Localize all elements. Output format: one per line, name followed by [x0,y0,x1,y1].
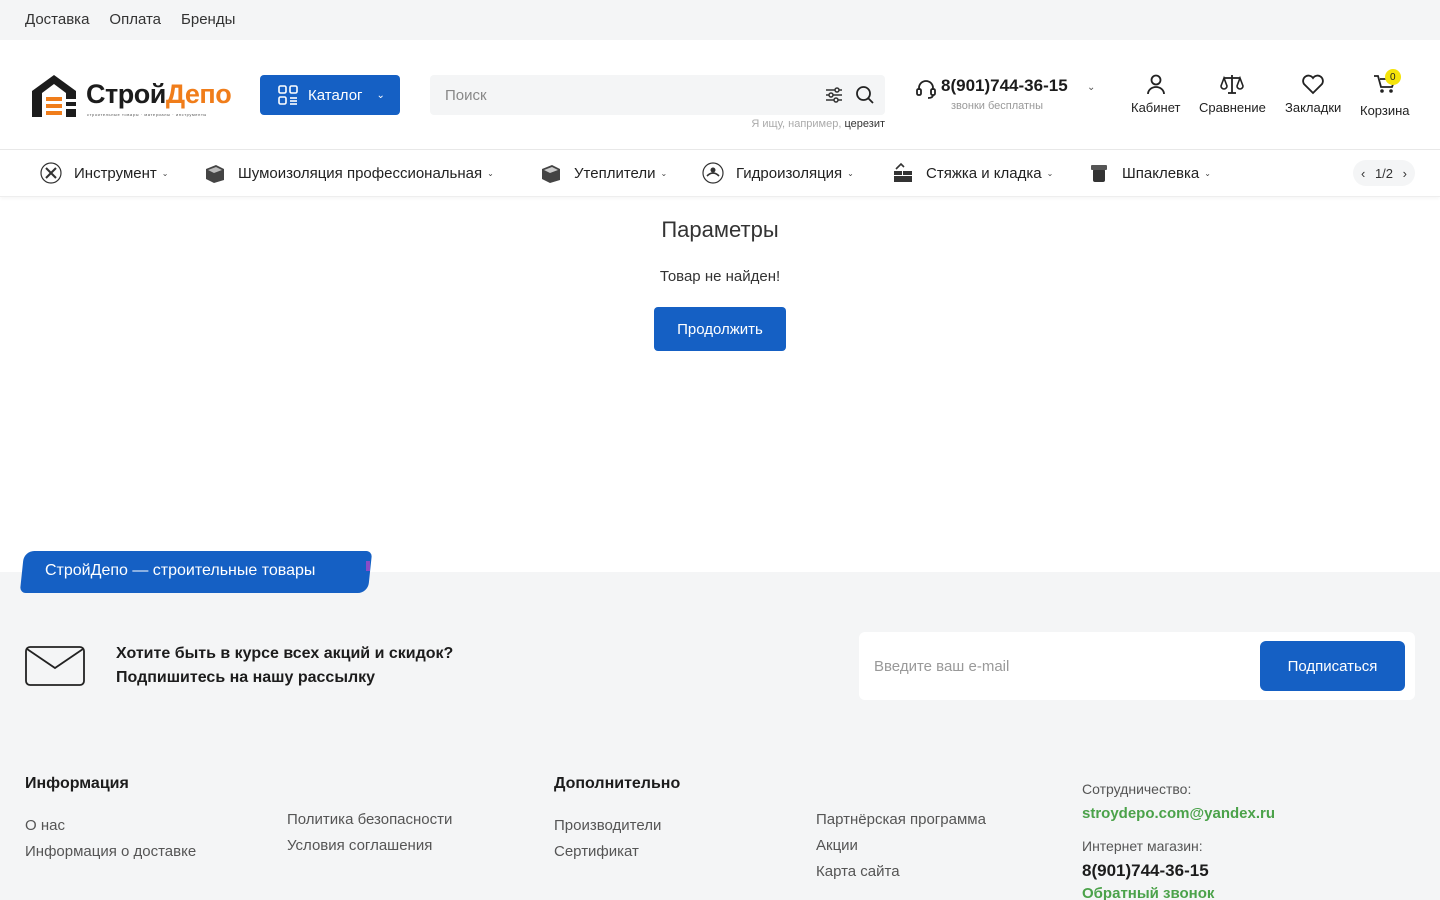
footer-info-links: О нас Информация о доставке [25,813,196,865]
phone-number[interactable]: 8(901)744-36-15 [941,76,1068,96]
bookmarks-button[interactable]: Закладки [1285,73,1341,115]
footer-extra-links-2: Партнёрская программа Акции Карта сайта [816,807,986,885]
cart-button[interactable]: 0 Корзина [1360,69,1410,118]
subscribe-text: Хотите быть в курсе всех акций и скидок?… [116,645,454,686]
scales-icon [1220,75,1245,94]
nav-pager: ‹ 1/2 › [1353,160,1415,186]
footer-link-terms[interactable]: Условия соглашения [287,833,452,859]
soundproofing-icon [206,165,224,183]
nav-item-waterproofing[interactable]: Гидроизоляция ⌄ [702,162,854,184]
footer-info-links-2: Политика безопасности Условия соглашения [287,807,452,859]
footer-link-about[interactable]: О нас [25,813,196,839]
nav-item-tools[interactable]: Инструмент ⌄ [40,162,168,184]
search-box [430,75,885,115]
footer-extra-links: Производители Сертификат [554,813,661,865]
cart-count-badge: 0 [1384,69,1401,85]
catalog-label: Каталог [308,86,363,104]
catalog-button[interactable]: Каталог ⌄ [260,75,400,115]
bookmarks-label: Закладки [1285,100,1342,115]
logo-tagline: строительные товары · материалы · инстру… [87,112,207,117]
chevron-down-icon[interactable]: ⌄ [1087,82,1095,93]
not-found-message: Товар не найден! [659,268,781,285]
logo[interactable]: СтройДепо строительные товары · материал… [30,73,240,121]
nav-item-screed[interactable]: Стяжка и кладка ⌄ [892,162,1053,184]
top-links: Доставка Оплата Бренды [25,11,235,28]
filter-icon[interactable] [824,85,844,105]
mail-icon [25,646,85,686]
cabinet-label: Кабинет [1131,100,1181,115]
cart-label: Корзина [1360,103,1410,118]
footer-link-partners[interactable]: Партнёрская программа [816,807,986,833]
footer-link-certificate[interactable]: Сертификат [554,839,661,865]
logo-house-icon [32,75,76,117]
search-icon[interactable] [855,85,875,105]
footer-info-title: Информация [25,775,129,792]
search-input[interactable] [430,75,810,115]
category-nav: Инструмент ⌄ Шумоизоляция профессиональна… [0,150,1440,197]
compare-label: Сравнение [1199,100,1266,115]
insulation-icon [542,165,560,183]
putty-icon [1091,165,1107,182]
footer-link-privacy[interactable]: Политика безопасности [287,807,452,833]
subscribe-form: Подписаться [859,632,1415,700]
footer [0,572,1440,900]
nav-item-soundproofing[interactable]: Шумоизоляция профессиональная ⌄ [204,162,494,184]
waterproofing-icon [702,162,724,184]
user-icon [1146,74,1165,95]
top-link-payment[interactable]: Оплата [109,11,161,28]
coop-email-link[interactable]: stroydepo.com@yandex.ru [1082,805,1275,822]
chevron-down-icon: ⌄ [376,89,385,101]
footer-phone[interactable]: 8(901)744-36-15 [1082,861,1209,881]
grid-icon [278,85,298,105]
nav-item-insulation[interactable]: Утеплители ⌄ [540,162,667,184]
footer-extra-title: Дополнительно [554,775,681,792]
logo-wordmark: СтройДепо [86,79,232,109]
shop-label: Интернет магазин: [1082,838,1203,854]
page-title: Параметры [661,217,779,242]
callback-link[interactable]: Обратный звонок [1082,885,1214,900]
footer-banner-text: СтройДепо — строительные товары [45,562,316,579]
compare-button[interactable]: Сравнение [1199,73,1266,115]
footer-link-promotions[interactable]: Акции [816,833,986,859]
nav-item-putty[interactable]: Шпаклевка ⌄ [1088,162,1211,184]
subscribe-button[interactable]: Подписаться [1260,641,1405,691]
chevron-right-icon[interactable]: › [1403,166,1407,181]
chevron-left-icon[interactable]: ‹ [1361,166,1365,181]
footer-link-sitemap[interactable]: Карта сайта [816,859,986,885]
email-field[interactable] [859,632,1249,700]
cabinet-button[interactable]: Кабинет [1131,73,1180,115]
tools-icon [40,162,62,184]
phone-note: звонки бесплатны [951,100,1044,112]
footer-banner: СтройДепо — строительные товары [19,551,373,593]
footer-link-delivery-info[interactable]: Информация о доставке [25,839,196,865]
coop-label: Сотрудничество: [1082,781,1192,797]
header: СтройДепо строительные товары · материал… [0,40,1440,150]
search-hint-example[interactable]: церезит [844,118,885,130]
top-link-delivery[interactable]: Доставка [25,11,89,28]
heart-icon [1302,74,1324,95]
top-link-brands[interactable]: Бренды [181,11,235,28]
footer-link-manufacturers[interactable]: Производители [554,813,661,839]
screed-icon [894,162,912,182]
nav-pager-label: 1/2 [1374,165,1394,181]
continue-button[interactable]: Продолжить [654,307,786,351]
headset-icon [916,80,936,99]
top-bar: Доставка Оплата Бренды [0,0,1440,40]
search-hint: Я ищу, например, церезит [751,118,885,130]
